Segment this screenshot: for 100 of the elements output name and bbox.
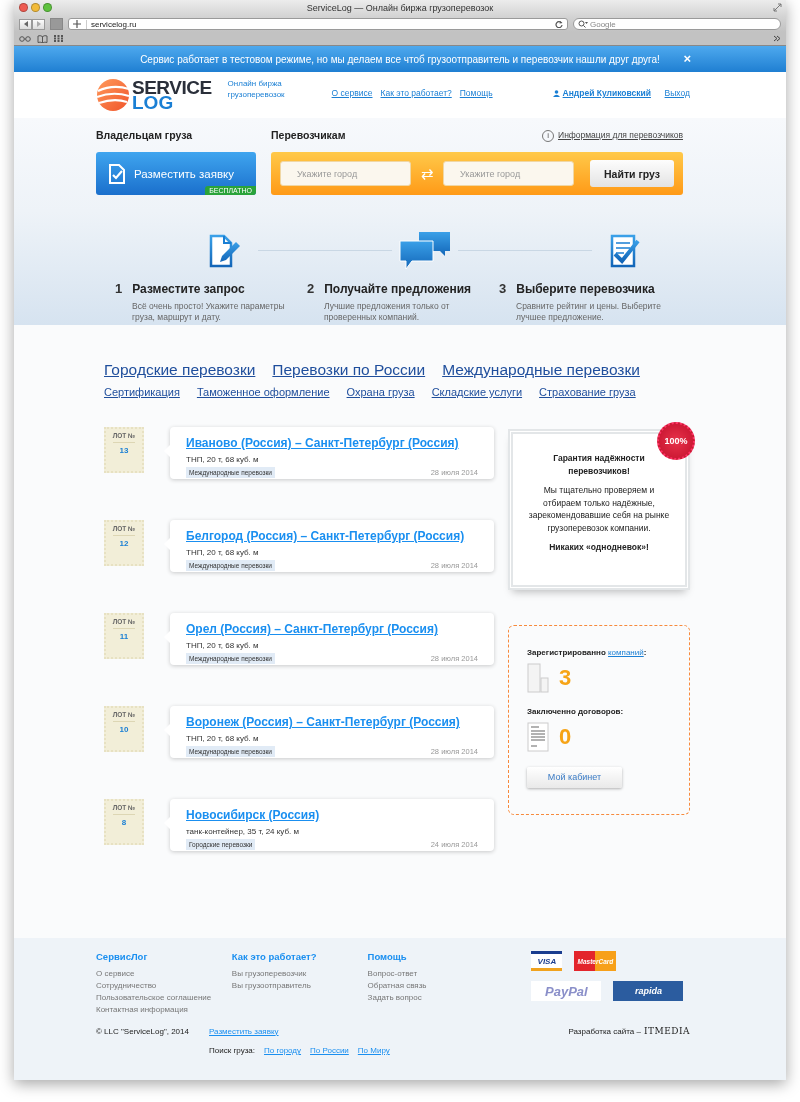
search-label: Поиск груза: — [209, 1046, 255, 1055]
from-city-field[interactable]: Укажите город — [280, 161, 411, 186]
developer-logo: ITMEDIA — [643, 1026, 690, 1036]
companies-link[interactable]: компаний — [608, 648, 644, 657]
route-link[interactable]: Орел (Россия) – Санкт-Петербург (Россия) — [186, 622, 438, 636]
nav-link[interactable]: Помощь — [459, 88, 493, 98]
plus-icon — [73, 20, 81, 28]
checklist-icon — [610, 233, 640, 268]
category-link[interactable]: Страхование груза — [539, 386, 636, 398]
search-link[interactable]: По России — [310, 1046, 349, 1055]
companies-count: 3 — [559, 665, 572, 691]
footer-link[interactable]: Контактная информация — [96, 1005, 232, 1014]
footer-link[interactable]: Сотрудничество — [96, 981, 232, 990]
route-link[interactable]: Белгород (Россия) – Санкт-Петербург (Россия) — [186, 529, 465, 543]
section-heading: Владельцам груза — [96, 128, 194, 143]
document-check-icon — [108, 163, 126, 184]
reading-glasses-icon — [19, 35, 31, 42]
category-link[interactable]: Таможенное оформление — [196, 386, 330, 398]
category-link[interactable]: Охрана груза — [346, 386, 415, 398]
step-title: Получайте предложения — [324, 282, 472, 296]
footer-heading: Как это работает? — [231, 951, 318, 962]
nav-link[interactable]: Как это работает? — [380, 88, 452, 98]
lot-number: 10 — [119, 725, 129, 734]
cargo-details: ТНП, 20 т, 68 куб. м — [186, 641, 260, 650]
back-button[interactable] — [19, 18, 32, 30]
to-city-field[interactable]: Укажите город — [443, 161, 574, 186]
user-link[interactable]: Андрей Куликовский — [562, 88, 651, 98]
guarantee-slogan: Никаких «однодневок»! — [548, 541, 650, 554]
address-field[interactable]: servicelog.ru — [68, 18, 568, 30]
grid-icon — [54, 35, 63, 42]
category-link[interactable]: Международные перевозки — [442, 361, 640, 379]
book-icon — [37, 34, 48, 43]
copyright: © LLC "ServiceLog", 2014 — [96, 1026, 190, 1036]
chevrons-icon — [773, 35, 781, 42]
category-link[interactable]: Сертификация — [104, 386, 180, 398]
contracts-count: 0 — [559, 724, 572, 750]
cargo-details: танк-контейнер, 35 т, 24 куб. м — [186, 827, 300, 836]
find-cargo-button[interactable]: Найти груз — [590, 160, 674, 187]
search-bar[interactable]: Google — [573, 18, 781, 30]
search-icon — [578, 20, 588, 28]
zoom-button[interactable] — [43, 3, 52, 12]
lot-number: 11 — [119, 632, 129, 641]
developer-credit: Разработка сайта – — [568, 1026, 641, 1036]
reload-icon — [555, 20, 563, 28]
step-title: Разместите запрос — [132, 282, 245, 296]
cargo-details: ТНП, 20 т, 68 куб. м — [186, 548, 260, 557]
search-link[interactable]: По Миру — [357, 1046, 390, 1055]
contract-icon — [527, 722, 549, 752]
logo-icon — [96, 78, 130, 112]
category-link[interactable]: Городские перевозки — [104, 361, 256, 379]
payment-logo: VISA — [531, 951, 563, 971]
logo-text: SERVICE — [132, 80, 212, 95]
cargo-details: ТНП, 20 т, 68 куб. м — [186, 455, 260, 464]
step-description: Сравните рейтинг и цены. Выберите лучшее предложение. — [516, 301, 662, 323]
lot-number: 8 — [121, 818, 127, 827]
buildings-icon — [527, 663, 549, 693]
notice-text: Сервис работает в тестовом режиме, но мы делаем все чтоб грузоотправитель и перевозчик нашли друг друга! — [140, 53, 660, 65]
step-description: Всё очень просто! Укажите параметры груза, маршрут и дату. — [132, 301, 286, 323]
step-number: 1 — [115, 281, 123, 296]
category-link[interactable]: Перевозки по России — [272, 361, 426, 379]
guarantee-title: Гарантия надёжности перевозчиков! — [552, 452, 646, 477]
nav-link[interactable]: О сервисе — [331, 88, 373, 98]
minimize-button[interactable] — [31, 3, 40, 12]
search-field[interactable]: Google — [590, 19, 776, 29]
guarantee-text: Мы тщательно проверяем и отбираем только надёжные, зарекомендовавшие себя на рынке грузоперевозок компании. — [527, 484, 671, 534]
step-title: Выберите перевозчика — [516, 282, 655, 296]
my-account-button[interactable]: Мой кабинет — [527, 766, 622, 788]
step-number: 3 — [499, 281, 507, 296]
lot-number: 12 — [119, 539, 129, 548]
category-link[interactable]: Складские услуги — [431, 386, 523, 398]
window-title: ServiceLog — Онлайн биржа грузоперевозок — [306, 3, 494, 13]
close-button[interactable] — [19, 3, 28, 12]
speech-bubbles-icon — [399, 230, 451, 271]
tagline: Онлайн биржа грузоперевозок — [227, 78, 286, 100]
footer-link[interactable]: О сервисе — [96, 969, 232, 978]
step-description: Лучшие предложения только от проверенных компаний. — [324, 301, 451, 323]
route-link[interactable]: Иваново (Россия) – Санкт-Петербург (Россия) — [186, 436, 459, 450]
footer-link[interactable]: Вы грузоперевозчик — [231, 969, 368, 978]
cargo-details: ТНП, 20 т, 68 куб. м — [186, 734, 260, 743]
logo-text: LOG — [132, 95, 174, 110]
footer-link[interactable]: Обратная связь — [367, 981, 504, 990]
stats-label: Заключенно договоров: — [527, 707, 625, 716]
stats-label: Зарегистрированно компаний: — [527, 648, 648, 657]
payment-logo: PayPal — [531, 981, 602, 1001]
route-link[interactable]: Воронеж (Россия) – Санкт-Петербург (Россия) — [186, 715, 460, 729]
info-link[interactable]: Информация для перевозчиков — [558, 130, 683, 140]
user-icon — [552, 89, 560, 97]
logout-link[interactable]: Выход — [664, 88, 690, 98]
footer-link[interactable]: Вы грузоотправитель — [231, 981, 368, 990]
footer-link[interactable]: Задать вопрос — [367, 993, 504, 1002]
footer-heading: Помощь — [367, 951, 408, 962]
close-button[interactable]: × — [683, 51, 691, 66]
footer-link[interactable]: Пользовательское соглашение — [96, 993, 232, 1002]
route-link[interactable]: Новосибирск (Россия) — [186, 808, 320, 822]
step-number: 2 — [307, 281, 315, 296]
forward-button[interactable] — [32, 18, 45, 30]
search-link[interactable]: По городу — [264, 1046, 302, 1055]
post-request-link[interactable]: Разместить заявку — [209, 1026, 279, 1036]
footer-link[interactable]: Вопрос-ответ — [367, 969, 504, 978]
forward-arrow-icon — [34, 20, 43, 28]
